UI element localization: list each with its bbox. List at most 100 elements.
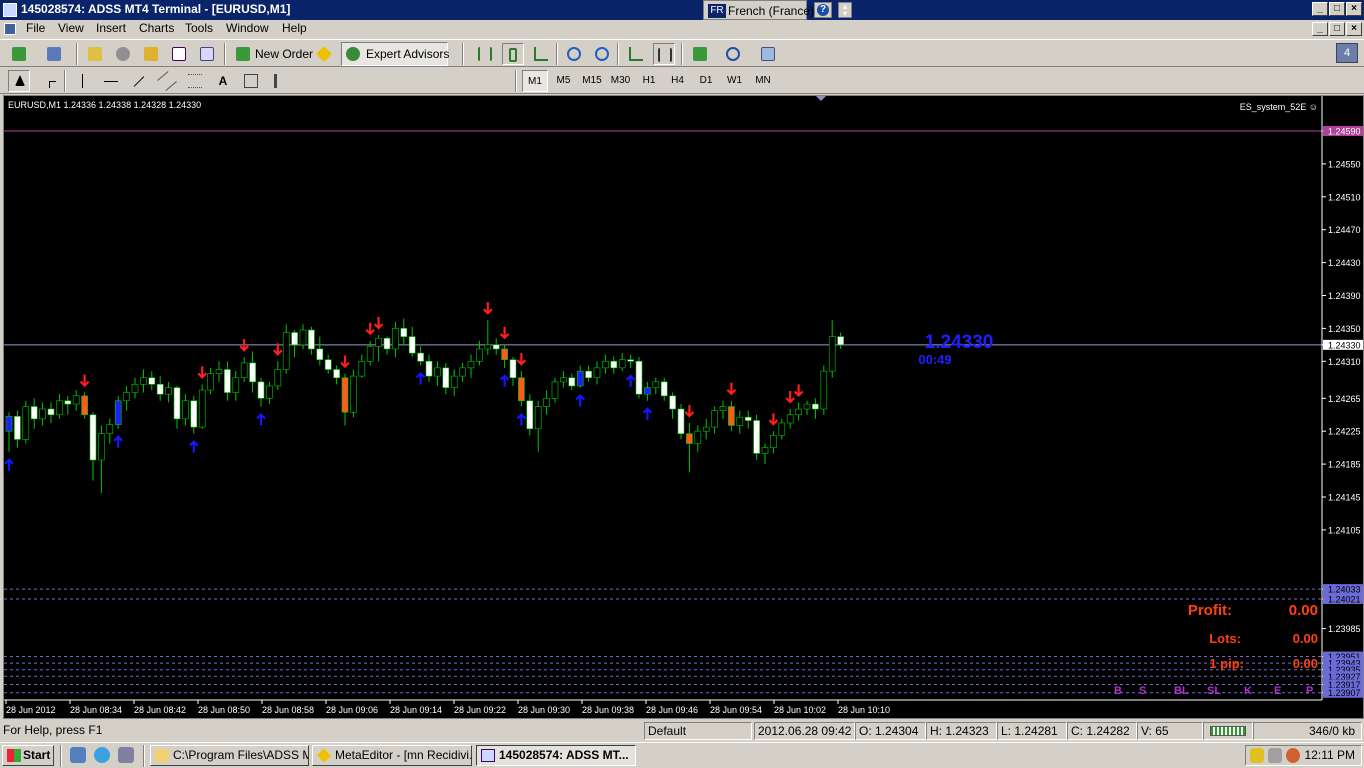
security-shield-icon[interactable] xyxy=(1250,748,1264,763)
candle-body xyxy=(618,359,626,369)
sell-arrow-icon xyxy=(516,353,527,366)
indicators-icon[interactable] xyxy=(689,43,711,65)
child-restore-button[interactable]: □ xyxy=(1329,22,1345,36)
timeframe-h1[interactable]: H1 xyxy=(636,70,662,92)
close-button[interactable]: × xyxy=(1346,2,1362,16)
child-close-button[interactable]: × xyxy=(1346,22,1362,36)
language-bar[interactable]: FR French (France) xyxy=(703,0,814,20)
crosshair-icon[interactable] xyxy=(38,70,60,92)
timeframe-m15[interactable]: M15 xyxy=(579,70,605,92)
time-tick-label: 28 Jun 09:46 xyxy=(646,705,698,715)
menu-view[interactable]: View xyxy=(58,21,84,35)
candle-body xyxy=(22,406,30,440)
candle-body xyxy=(173,387,181,420)
updates-icon[interactable] xyxy=(1268,748,1282,763)
profit-value: 0.00 xyxy=(1289,602,1318,619)
horizontal-line-icon[interactable] xyxy=(100,70,122,92)
chart-window-icon[interactable] xyxy=(4,23,16,35)
candlestick-chart-icon[interactable] xyxy=(502,43,524,65)
candle-body xyxy=(585,370,592,379)
periods-icon[interactable] xyxy=(722,43,744,65)
menu-insert[interactable]: Insert xyxy=(96,21,126,35)
arrows-icon[interactable] xyxy=(270,70,292,92)
chart-window-count[interactable]: 4 xyxy=(1336,43,1358,63)
terminal-icon[interactable] xyxy=(168,43,190,65)
time-tick-label: 28 Jun 2012 xyxy=(6,705,56,715)
price-tick-label: 1.24330 xyxy=(1328,340,1361,350)
lots-label: Lots: xyxy=(1209,631,1241,646)
chart-window[interactable]: EURUSD,M1 1.24336 1.24338 1.24328 1.2433… xyxy=(3,95,1364,719)
candle-body xyxy=(744,416,752,421)
start-button[interactable]: Start xyxy=(2,745,54,766)
candle-body xyxy=(366,346,374,362)
child-minimize-button[interactable]: _ xyxy=(1312,22,1328,36)
menu-help[interactable]: Help xyxy=(282,21,307,35)
minimize-button[interactable]: _ xyxy=(1312,2,1328,16)
level-tag: E xyxy=(1274,685,1281,697)
trendline-icon[interactable] xyxy=(128,70,150,92)
data-window-icon[interactable] xyxy=(112,43,134,65)
task-explorer-label: C:\Program Files\ADSS M... xyxy=(173,748,309,762)
title-bar: 145028574: ADSS MT4 Terminal - [EURUSD,M… xyxy=(0,0,1364,20)
time-tick-label: 28 Jun 09:14 xyxy=(390,705,442,715)
menu-window[interactable]: Window xyxy=(226,21,269,35)
timeframe-m30[interactable]: M30 xyxy=(608,70,634,92)
status-low: L: 1.24281 xyxy=(997,722,1067,740)
strategy-tester-icon[interactable] xyxy=(196,43,218,65)
candle-body xyxy=(484,344,492,350)
connection-status[interactable] xyxy=(1203,722,1253,740)
timeframe-m5[interactable]: M5 xyxy=(551,70,577,92)
sell-arrow-icon xyxy=(684,404,695,418)
metaeditor-icon[interactable] xyxy=(313,43,335,65)
task-metaeditor[interactable]: MetaEditor - [mn Recidivi... xyxy=(312,745,472,766)
timeframe-d1[interactable]: D1 xyxy=(693,70,719,92)
templates-icon[interactable] xyxy=(757,43,779,65)
candle-body xyxy=(39,408,46,420)
text-label-icon[interactable] xyxy=(240,70,262,92)
menu-charts[interactable]: Charts xyxy=(139,21,174,35)
timeframe-mn[interactable]: MN xyxy=(750,70,776,92)
market-watch-icon[interactable] xyxy=(84,43,106,65)
show-desktop-icon[interactable] xyxy=(70,747,86,763)
profiles-icon[interactable] xyxy=(43,43,65,65)
network-tray-icon[interactable] xyxy=(1286,748,1300,763)
new-order-button[interactable]: New Order xyxy=(255,43,313,65)
expert-advisors-button[interactable]: Expert Advisors xyxy=(341,42,449,66)
windows-logo-icon xyxy=(7,749,21,762)
text-icon[interactable]: A xyxy=(212,70,234,92)
price-chart[interactable]: EURUSD,M1 1.24336 1.24338 1.24328 1.2433… xyxy=(4,96,1363,718)
chart-shift-marker[interactable] xyxy=(816,96,826,101)
price-tick-label: 1.24470 xyxy=(1328,225,1361,235)
equidistant-channel-icon[interactable] xyxy=(156,70,178,92)
language-help-button[interactable]: ? xyxy=(814,2,832,18)
menu-file[interactable]: File xyxy=(26,21,45,35)
bar-chart-icon[interactable] xyxy=(474,43,496,65)
network-icon[interactable] xyxy=(118,747,134,763)
vertical-line-icon[interactable] xyxy=(72,70,94,92)
chart-shift-icon[interactable] xyxy=(653,43,675,65)
new-order-icon[interactable] xyxy=(232,43,254,65)
fibonacci-icon[interactable] xyxy=(184,70,206,92)
menu-tools[interactable]: Tools xyxy=(185,21,213,35)
zoom-in-icon[interactable] xyxy=(563,43,585,65)
cursor-icon[interactable] xyxy=(8,70,30,92)
new-chart-icon[interactable] xyxy=(8,43,30,65)
timeframe-h4[interactable]: H4 xyxy=(665,70,691,92)
task-terminal[interactable]: 145028574: ADSS MT... xyxy=(476,745,636,766)
candle-body xyxy=(106,424,114,434)
line-chart-icon[interactable] xyxy=(530,43,552,65)
price-tick-label: 1.24510 xyxy=(1328,192,1361,202)
bar-timer: 00:49 xyxy=(918,352,951,367)
candle-body xyxy=(459,367,466,377)
candle-body xyxy=(89,414,97,461)
internet-explorer-icon[interactable] xyxy=(94,747,110,763)
navigator-icon[interactable] xyxy=(140,43,162,65)
maximize-button[interactable]: □ xyxy=(1329,2,1345,16)
timeframe-m1[interactable]: M1 xyxy=(522,70,548,92)
timeframe-w1[interactable]: W1 xyxy=(722,70,748,92)
task-explorer[interactable]: C:\Program Files\ADSS M... xyxy=(150,745,309,766)
price-tick-label: 1.24265 xyxy=(1328,394,1361,404)
auto-scroll-icon[interactable] xyxy=(625,43,647,65)
language-options-button[interactable]: ▴ ▾ xyxy=(838,2,852,18)
zoom-out-icon[interactable] xyxy=(591,43,613,65)
